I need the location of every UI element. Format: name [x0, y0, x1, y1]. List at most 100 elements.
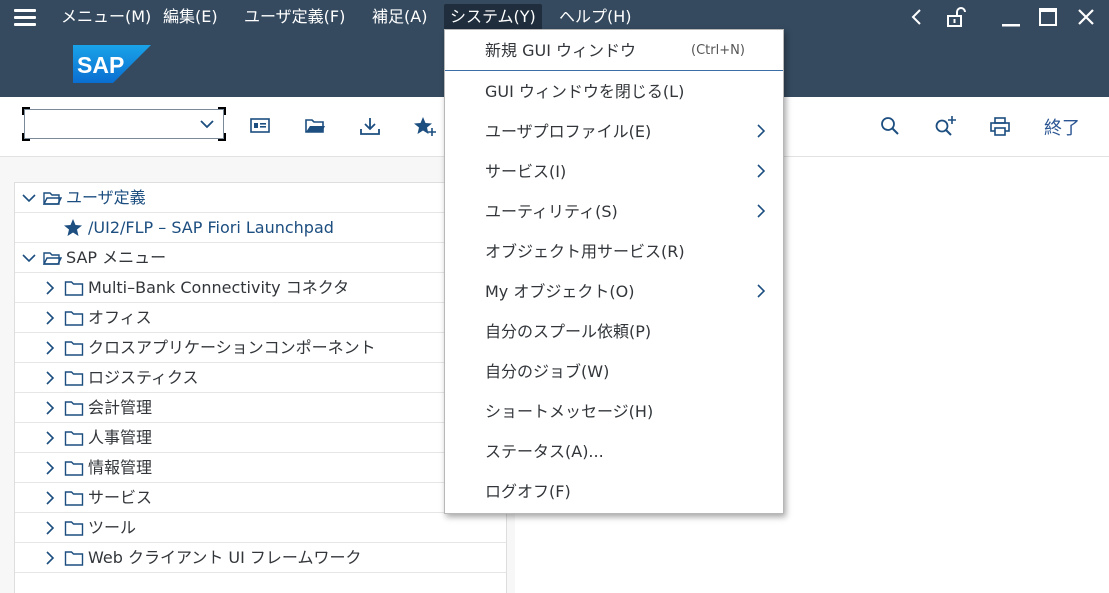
chevron-right-icon[interactable] [43, 371, 57, 385]
tree-node-logistics[interactable]: ロジスティクス [15, 363, 506, 393]
tree-node-office[interactable]: オフィス [15, 303, 506, 333]
add-favorite-icon[interactable] [413, 115, 437, 137]
tree-label: SAP メニュー [66, 248, 167, 267]
chevron-right-icon[interactable] [43, 281, 57, 295]
menu-item-object-services[interactable]: オブジェクト用サービス(R) [445, 231, 783, 271]
tree-label: ユーザ定義 [66, 188, 146, 207]
open-folder-icon[interactable] [303, 115, 327, 137]
tree-label: Multi–Bank Connectivity コネクタ [88, 278, 350, 297]
folder-icon [64, 431, 84, 446]
chevron-right-icon[interactable] [43, 431, 57, 445]
tree-node-multibank[interactable]: Multi–Bank Connectivity コネクタ [15, 273, 506, 303]
menu-item-services[interactable]: サービス(I) [445, 151, 783, 191]
tree-node-services[interactable]: サービス [15, 483, 506, 513]
menu-item-new-gui-window[interactable]: 新規 GUI ウィンドウ (Ctrl+N) [445, 30, 783, 71]
tree-node-human-resources[interactable]: 人事管理 [15, 423, 506, 453]
menu-item-label: 新規 GUI ウィンドウ [485, 41, 637, 60]
tree-node-fiori-launchpad[interactable]: /UI2/FLP – SAP Fiori Launchpad [15, 213, 506, 243]
tree-node-accounting[interactable]: 会計管理 [15, 393, 506, 423]
user-card-icon[interactable] [248, 115, 272, 137]
chevron-right-icon[interactable] [43, 341, 57, 355]
menu-item-label: ログオフ(F) [485, 482, 571, 501]
minimize-icon[interactable] [997, 5, 1025, 29]
folder-icon [64, 491, 84, 506]
print-icon[interactable] [988, 115, 1012, 137]
menu-help[interactable]: ヘルプ(H) [553, 4, 638, 30]
tree-node-tools[interactable]: ツール [15, 513, 506, 543]
menu-item-label: サービス(I) [485, 162, 567, 181]
menu-item-label: ユーティリティ(S) [485, 202, 618, 221]
folder-icon [64, 551, 84, 566]
menu-user-defined[interactable]: ユーザ定義(F) [238, 4, 351, 30]
tree-node-sap-menu[interactable]: SAP メニュー [15, 243, 506, 273]
menu-item-status[interactable]: ステータス(A)... [445, 431, 783, 471]
chevron-right-icon[interactable] [43, 311, 57, 325]
menu-item-label: 自分のスプール依頼(P) [485, 322, 652, 341]
chevron-right-icon [757, 124, 766, 138]
menu-item-user-profile[interactable]: ユーザプロファイル(E) [445, 111, 783, 151]
menu-item-shortcut: (Ctrl+N) [691, 43, 745, 58]
menu-item-my-objects[interactable]: My オブジェクト(O) [445, 271, 783, 311]
menu-item-label: My オブジェクト(O) [485, 282, 635, 301]
finish-button[interactable]: 終了 [1044, 114, 1080, 140]
tree-label: サービス [88, 488, 153, 507]
close-icon[interactable] [1072, 5, 1100, 29]
unlock-icon[interactable] [942, 5, 970, 29]
chevron-right-icon[interactable] [43, 551, 57, 565]
back-icon[interactable] [903, 5, 931, 29]
menu-item-utilities[interactable]: ユーティリティ(S) [445, 191, 783, 231]
chevron-down-icon[interactable] [22, 191, 36, 205]
chevron-right-icon [757, 204, 766, 218]
tree-node-information-management[interactable]: 情報管理 [15, 453, 506, 483]
navigation-tree: ユーザ定義 /UI2/FLP – SAP Fiori Launchpad SAP… [14, 182, 507, 593]
chevron-right-icon [757, 284, 766, 298]
folder-icon [64, 341, 84, 356]
tree-label: クロスアプリケーションコンポーネント [88, 338, 376, 357]
open-folder-icon [42, 192, 62, 205]
menu-item-label: 自分のジョブ(W) [485, 362, 610, 381]
tree-node-cross-application[interactable]: クロスアプリケーションコンポーネント [15, 333, 506, 363]
folder-icon [64, 521, 84, 536]
menu-item-close-gui-window[interactable]: GUI ウィンドウを閉じる(L) [445, 71, 783, 111]
menu-icon[interactable] [14, 9, 36, 26]
chevron-right-icon [757, 164, 766, 178]
menu-item-short-message[interactable]: ショートメッセージ(H) [445, 391, 783, 431]
command-field[interactable] [22, 107, 226, 141]
menu-item-own-jobs[interactable]: 自分のジョブ(W) [445, 351, 783, 391]
tree-label: Web クライアント UI フレームワーク [88, 548, 362, 567]
system-dropdown-menu: 新規 GUI ウィンドウ (Ctrl+N) GUI ウィンドウを閉じる(L) ユ… [444, 29, 784, 514]
menu-item-label: ショートメッセージ(H) [485, 402, 654, 421]
folder-icon [64, 371, 84, 386]
folder-icon [64, 311, 84, 326]
menu-menu[interactable]: メニュー(M) [55, 4, 157, 30]
chevron-right-icon[interactable] [43, 491, 57, 505]
menu-edit[interactable]: 編集(E) [157, 4, 224, 30]
tree-label: /UI2/FLP – SAP Fiori Launchpad [88, 218, 334, 237]
download-icon[interactable] [358, 115, 382, 137]
chevron-right-icon[interactable] [43, 521, 57, 535]
svg-text:SAP: SAP [77, 52, 124, 78]
sap-gui-window: メニュー(M) 編集(E) ユーザ定義(F) 補足(A) システム(Y) ヘルプ… [0, 0, 1109, 593]
search-icon[interactable] [878, 115, 902, 137]
search-more-icon[interactable] [933, 115, 957, 137]
chevron-right-icon[interactable] [43, 461, 57, 475]
chevron-down-icon[interactable] [199, 118, 215, 130]
tree-node-user-defined[interactable]: ユーザ定義 [15, 183, 506, 213]
menu-item-label: ユーザプロファイル(E) [485, 122, 652, 141]
menu-item-log-off[interactable]: ログオフ(F) [445, 471, 783, 511]
tree-label: 会計管理 [88, 398, 153, 417]
menu-extras[interactable]: 補足(A) [366, 4, 433, 30]
folder-icon [64, 281, 84, 296]
star-icon [64, 219, 82, 236]
menu-system[interactable]: システム(Y) [444, 4, 542, 30]
chevron-right-icon[interactable] [43, 401, 57, 415]
menu-item-own-spool-requests[interactable]: 自分のスプール依頼(P) [445, 311, 783, 351]
tree-label: オフィス [88, 308, 152, 327]
tree-label: ツール [88, 518, 137, 537]
tree-label: 情報管理 [88, 458, 153, 477]
chevron-down-icon[interactable] [22, 251, 36, 265]
maximize-icon[interactable] [1034, 5, 1062, 29]
tree-node-web-client-ui[interactable]: Web クライアント UI フレームワーク [15, 543, 506, 573]
menu-item-label: オブジェクト用サービス(R) [485, 242, 685, 261]
open-folder-icon [42, 252, 62, 265]
